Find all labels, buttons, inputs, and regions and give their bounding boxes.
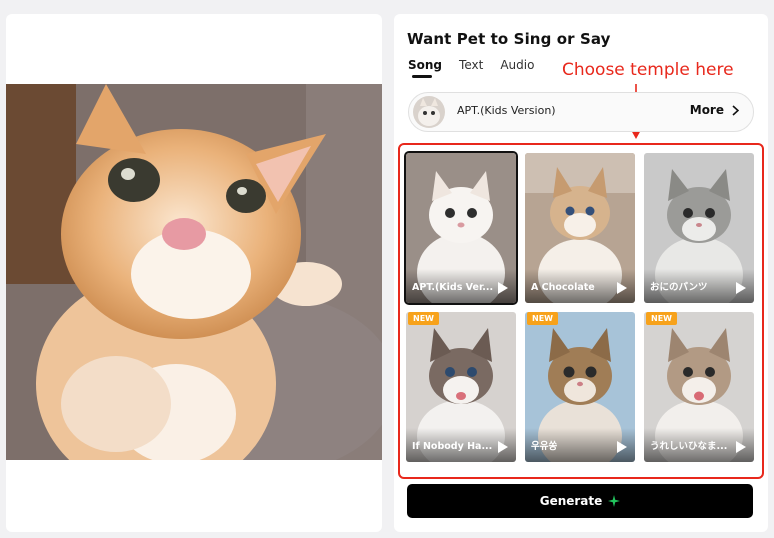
play-icon[interactable]	[617, 441, 627, 453]
new-badge: NEW	[646, 312, 677, 325]
template-card-label: 우유쏭	[531, 441, 558, 452]
tab-audio[interactable]: Audio	[500, 58, 534, 72]
template-card-label: A Chocolate	[531, 282, 595, 293]
template-panel: Want Pet to Sing or Say Song Text Audio …	[394, 14, 768, 532]
selected-song-thumbnail	[413, 96, 445, 128]
template-card[interactable]: A Chocolate	[525, 153, 635, 303]
more-label: More	[689, 103, 724, 117]
new-badge: NEW	[527, 312, 558, 325]
sparkle-icon	[608, 495, 621, 507]
cat-photo	[6, 84, 382, 460]
annotation-label: Choose temple here	[562, 60, 734, 80]
generate-label: Generate	[539, 494, 603, 508]
more-button[interactable]: More	[690, 103, 739, 117]
template-grid: APT.(Kids Ver... A Chocolate おにのパンツ NEW …	[406, 153, 754, 462]
template-card[interactable]: APT.(Kids Ver...	[406, 153, 516, 303]
tab-song[interactable]: Song	[408, 58, 442, 78]
play-icon[interactable]	[498, 441, 508, 453]
new-badge: NEW	[408, 312, 439, 325]
template-card-label: If Nobody Ha...	[412, 441, 493, 452]
chevron-right-icon	[732, 104, 739, 116]
selected-song-bar[interactable]: APT.(Kids Version) More	[408, 92, 754, 132]
photo-panel	[6, 14, 382, 532]
template-grid-highlight: APT.(Kids Ver... A Chocolate おにのパンツ NEW …	[398, 143, 764, 479]
mode-tabs: Song Text Audio	[408, 58, 534, 78]
tab-text[interactable]: Text	[459, 58, 483, 72]
template-card[interactable]: おにのパンツ	[644, 153, 754, 303]
selected-song-name: APT.(Kids Version)	[457, 104, 556, 117]
template-card-label: うれしいひなま...	[650, 441, 728, 452]
template-card[interactable]: NEW If Nobody Ha...	[406, 312, 516, 462]
play-icon[interactable]	[736, 282, 746, 294]
template-card[interactable]: NEW 우유쏭	[525, 312, 635, 462]
template-card[interactable]: NEW うれしいひなま...	[644, 312, 754, 462]
play-icon[interactable]	[498, 282, 508, 294]
template-card-label: APT.(Kids Ver...	[412, 282, 494, 293]
play-icon[interactable]	[617, 282, 627, 294]
template-card-label: おにのパンツ	[650, 282, 708, 293]
panel-title: Want Pet to Sing or Say	[407, 30, 611, 48]
generate-button[interactable]: Generate	[407, 484, 753, 518]
play-icon[interactable]	[736, 441, 746, 453]
